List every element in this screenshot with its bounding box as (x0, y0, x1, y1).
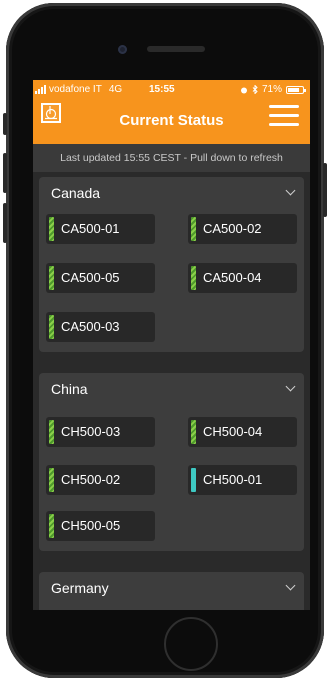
battery-icon (286, 85, 306, 94)
device-id: CA500-03 (61, 319, 120, 334)
status-indicator (191, 217, 196, 241)
earpiece-speaker (147, 46, 205, 52)
front-camera (118, 45, 127, 54)
battery-percent: 71% (261, 84, 282, 95)
network-type: 4G (108, 84, 123, 95)
home-button[interactable] (164, 617, 218, 671)
volume-down-button (3, 203, 7, 243)
device-card[interactable]: CH500-05 (46, 511, 155, 541)
status-indicator (191, 420, 196, 444)
device-id: CA500-04 (203, 270, 262, 285)
device-card[interactable]: CH500-02 (46, 465, 155, 495)
device-id: CH500-05 (61, 518, 121, 533)
alarm-icon (240, 87, 247, 93)
device-card[interactable]: CA500-02 (188, 214, 297, 244)
mute-switch (3, 113, 7, 135)
group-title: Canada (51, 185, 101, 201)
chevron-down-icon[interactable] (285, 185, 296, 196)
app-header: vodafone IT 4G 15:55 71% Current Status (33, 80, 310, 144)
status-indicator (49, 217, 54, 241)
group-germany: Germany (39, 572, 304, 610)
ios-status-bar: vodafone IT 4G 15:55 71% (33, 80, 310, 98)
device-card[interactable]: CH500-03 (46, 417, 155, 447)
refresh-notice: Last updated 15:55 CEST - Pull down to r… (33, 144, 310, 172)
status-time: 15:55 (149, 84, 175, 95)
status-indicator (49, 420, 54, 444)
device-card[interactable]: CA500-03 (46, 312, 155, 342)
status-indicator (191, 468, 196, 492)
device-card[interactable]: CA500-01 (46, 214, 155, 244)
device-card[interactable]: CH500-04 (188, 417, 297, 447)
power-button (323, 163, 327, 217)
device-id: CH500-01 (203, 472, 263, 487)
device-id: CA500-02 (203, 221, 262, 236)
hamburger-menu-icon[interactable] (269, 105, 299, 127)
signal-strength-icon (35, 85, 46, 94)
status-indicator (49, 468, 54, 492)
device-card[interactable]: CH500-01 (188, 465, 297, 495)
group-title: China (51, 381, 88, 397)
device-card[interactable]: CA500-05 (46, 263, 155, 293)
status-indicator (191, 266, 196, 290)
device-id: CA500-05 (61, 270, 120, 285)
bluetooth-icon (252, 85, 258, 94)
device-id: CH500-02 (61, 472, 121, 487)
group-title: Germany (51, 580, 109, 596)
status-indicator (49, 315, 54, 339)
device-id: CH500-04 (203, 424, 263, 439)
group-china: China CH500-03 CH500-04 CH500-02 CH500-0… (39, 373, 304, 551)
volume-up-button (3, 153, 7, 193)
device-card[interactable]: CA500-04 (188, 263, 297, 293)
group-canada: Canada CA500-01 CA500-02 CA500-05 CA500-… (39, 177, 304, 352)
device-id: CH500-03 (61, 424, 121, 439)
carrier-name: vodafone IT (49, 84, 102, 95)
status-indicator (49, 266, 54, 290)
status-indicator (49, 514, 54, 538)
device-id: CA500-01 (61, 221, 120, 236)
app-screen: vodafone IT 4G 15:55 71% Current Status … (33, 80, 310, 610)
chevron-down-icon[interactable] (285, 381, 296, 392)
chevron-down-icon[interactable] (285, 580, 296, 591)
